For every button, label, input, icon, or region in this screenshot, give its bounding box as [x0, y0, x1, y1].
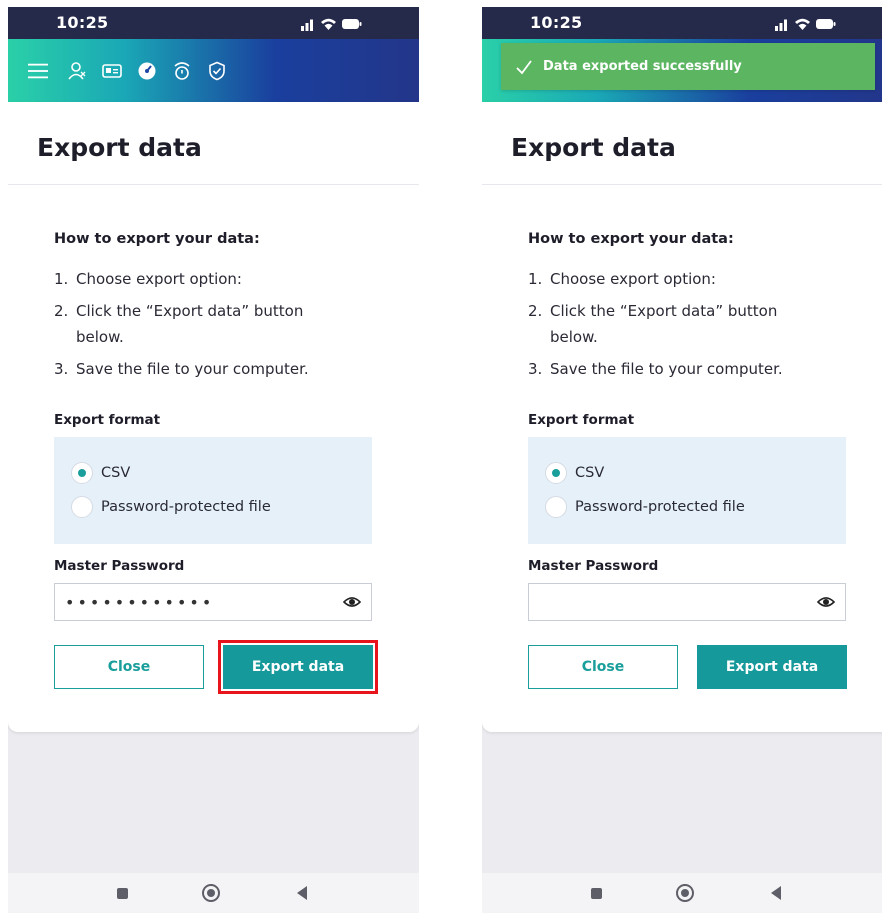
status-bar: 10:25 — [8, 7, 419, 39]
export-format-options: CSV Password-protected file — [54, 437, 372, 544]
radio-button-csv[interactable] — [71, 462, 93, 484]
step-item: 2. Click the “Export data” button below. — [528, 298, 828, 350]
instructions-heading: How to export your data: — [528, 231, 734, 247]
master-password-input[interactable] — [529, 584, 799, 620]
checkmark-icon — [516, 59, 532, 74]
format-option-csv[interactable]: CSV — [545, 462, 604, 484]
toast-message: Data exported successfully — [543, 59, 742, 74]
status-icons — [301, 18, 362, 31]
step-text: Click the “Export data” button below. — [76, 302, 304, 346]
export-data-button[interactable]: Export data — [218, 640, 378, 694]
instructions-heading: How to export your data: — [54, 231, 260, 247]
master-password-field[interactable] — [54, 583, 372, 621]
app-header — [8, 39, 419, 102]
system-nav-bar — [8, 873, 419, 913]
title-divider — [8, 184, 419, 185]
export-data-button[interactable]: Export data — [697, 645, 847, 689]
master-password-label: Master Password — [528, 558, 659, 574]
home-icon[interactable] — [676, 884, 694, 902]
success-toast: Data exported successfully — [501, 43, 875, 90]
export-format-label: Export format — [54, 412, 161, 428]
battery-tip-icon — [833, 22, 836, 26]
system-nav-bar — [482, 873, 882, 913]
top-nav — [28, 57, 242, 85]
wifi-icon — [795, 18, 810, 30]
home-icon[interactable] — [202, 884, 220, 902]
status-time: 10:25 — [530, 13, 583, 32]
radio-button-password-protected[interactable] — [545, 496, 567, 518]
step-text: Choose export option: — [550, 270, 716, 288]
export-format-label: Export format — [528, 412, 635, 428]
close-button[interactable]: Close — [54, 645, 204, 689]
page-title: Export data — [37, 133, 202, 162]
status-bar: 10:25 — [482, 7, 882, 39]
dashboard-icon[interactable] — [137, 61, 157, 81]
format-option-password-protected[interactable]: Password-protected file — [545, 496, 745, 518]
status-time: 10:25 — [56, 13, 109, 32]
step-item: 1. Choose export option: — [54, 266, 354, 292]
step-item: 3. Save the file to your computer. — [54, 356, 354, 382]
wifi-icon — [321, 18, 336, 30]
show-password-eye-icon[interactable] — [817, 594, 835, 610]
user-icon[interactable] — [67, 61, 87, 81]
export-card: Export data How to export your data: 1. C… — [8, 102, 419, 732]
step-item: 1. Choose export option: — [528, 266, 828, 292]
battery-icon — [342, 19, 359, 29]
step-number: 3. — [54, 360, 69, 378]
step-text: Save the file to your computer. — [550, 360, 783, 378]
step-item: 2. Click the “Export data” button below. — [54, 298, 354, 350]
format-option-password-protected[interactable]: Password-protected file — [71, 496, 271, 518]
master-password-field[interactable] — [528, 583, 846, 621]
title-divider — [482, 184, 882, 185]
screenshot-stage: 10:25 Export data How to export your dat… — [0, 0, 882, 913]
phone-screen-before: 10:25 Export data How to export your dat… — [8, 7, 419, 913]
step-number: 1. — [528, 270, 543, 288]
step-number: 2. — [528, 302, 543, 320]
status-icons — [775, 18, 836, 31]
export-card: Export data How to export your data: 1. C… — [482, 102, 882, 732]
format-option-label: CSV — [575, 465, 605, 481]
step-number: 1. — [54, 270, 69, 288]
page-title: Export data — [511, 133, 676, 162]
format-option-label: Password-protected file — [101, 499, 271, 515]
step-number: 2. — [54, 302, 69, 320]
recent-apps-icon[interactable] — [591, 888, 602, 899]
format-option-label: CSV — [101, 465, 131, 481]
show-password-eye-icon[interactable] — [343, 594, 361, 610]
phone-screen-after: 10:25 Data exported successfully Export … — [482, 7, 882, 913]
id-card-icon[interactable] — [102, 61, 122, 81]
recent-apps-icon[interactable] — [117, 888, 128, 899]
export-format-options: CSV Password-protected file — [528, 437, 846, 544]
step-text: Save the file to your computer. — [76, 360, 309, 378]
step-text: Click the “Export data” button below. — [550, 302, 778, 346]
security-timer-icon[interactable] — [172, 61, 192, 81]
signal-bar-2-icon — [779, 23, 783, 31]
close-button[interactable]: Close — [528, 645, 678, 689]
instruction-steps: 1. Choose export option: 2. Click the “Exp… — [54, 266, 354, 388]
step-number: 3. — [528, 360, 543, 378]
format-option-label: Password-protected file — [575, 499, 745, 515]
signal-bar-1-icon — [301, 26, 304, 31]
instruction-steps: 1. Choose export option: 2. Click the “Exp… — [528, 266, 828, 388]
master-password-label: Master Password — [54, 558, 185, 574]
radio-button-password-protected[interactable] — [71, 496, 93, 518]
master-password-input[interactable] — [55, 584, 325, 620]
radio-button-csv[interactable] — [545, 462, 567, 484]
menu-icon[interactable] — [28, 61, 50, 81]
back-icon[interactable] — [297, 886, 307, 900]
battery-tip-icon — [359, 22, 362, 26]
signal-bar-1-icon — [775, 26, 778, 31]
back-icon[interactable] — [771, 886, 781, 900]
step-text: Choose export option: — [76, 270, 242, 288]
battery-icon — [816, 19, 833, 29]
step-item: 3. Save the file to your computer. — [528, 356, 828, 382]
shield-check-icon[interactable] — [207, 61, 227, 81]
format-option-csv[interactable]: CSV — [71, 462, 130, 484]
signal-bar-3-icon — [784, 19, 787, 31]
signal-bar-2-icon — [305, 23, 309, 31]
signal-bar-3-icon — [310, 19, 313, 31]
